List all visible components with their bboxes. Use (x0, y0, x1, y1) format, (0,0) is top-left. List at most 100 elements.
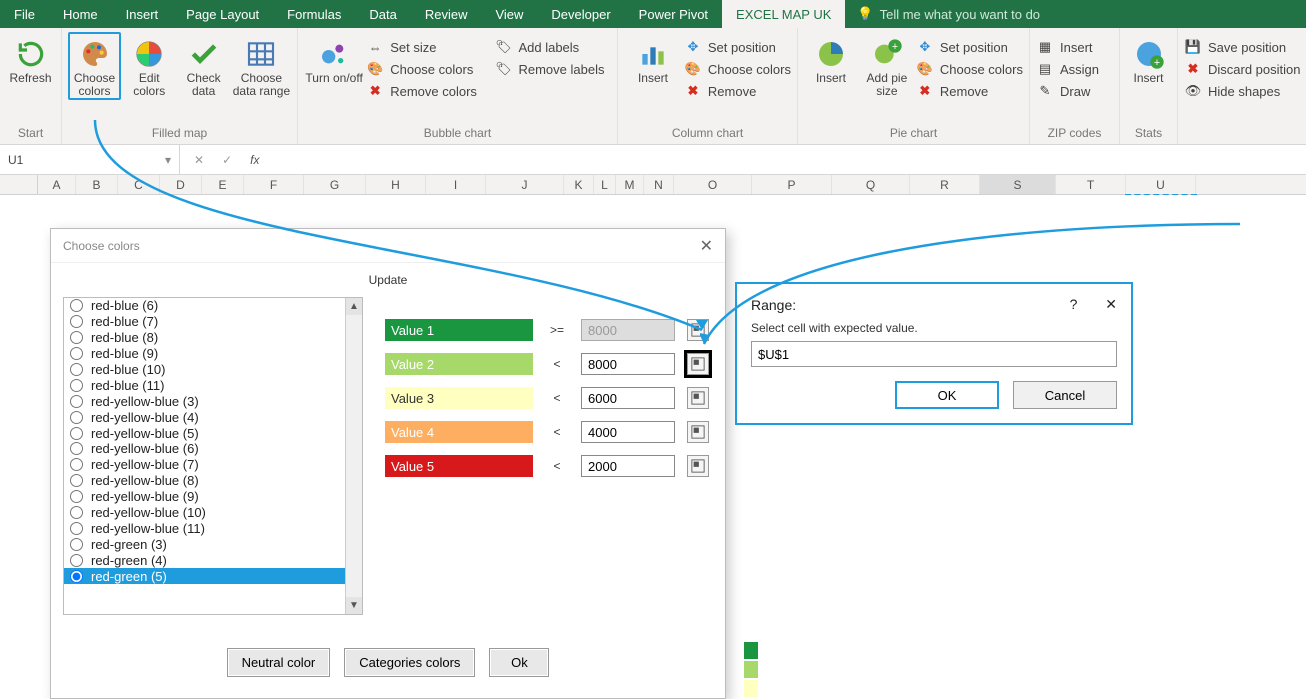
pie-add-size-button[interactable]: + Add pie size (860, 32, 914, 100)
tab-insert[interactable]: Insert (112, 0, 173, 28)
cancel-formula-icon[interactable]: ✕ (194, 153, 204, 167)
tab-pagelayout[interactable]: Page Layout (172, 0, 273, 28)
column-header[interactable]: K (564, 175, 594, 194)
zip-insert[interactable]: ▦Insert (1036, 38, 1113, 56)
scheme-option[interactable]: red-blue (9) (64, 346, 362, 362)
save-position[interactable]: 💾Save position (1184, 38, 1301, 56)
tab-view[interactable]: View (481, 0, 537, 28)
cell-picker-button[interactable] (687, 353, 709, 375)
scrollbar[interactable]: ▲ ▼ (345, 298, 362, 614)
column-header[interactable]: C (118, 175, 160, 194)
ok-button[interactable]: Ok (489, 648, 549, 677)
column-header[interactable]: Q (832, 175, 910, 194)
column-header[interactable]: E (202, 175, 244, 194)
column-header[interactable]: G (304, 175, 366, 194)
cell-picker-button[interactable] (687, 455, 709, 477)
scheme-option[interactable]: red-blue (11) (64, 377, 362, 393)
tab-formulas[interactable]: Formulas (273, 0, 355, 28)
tab-home[interactable]: Home (49, 0, 112, 28)
scheme-option[interactable]: red-yellow-blue (11) (64, 520, 362, 536)
scheme-option[interactable]: red-yellow-blue (7) (64, 457, 362, 473)
bubble-set-size[interactable]: ⇔Set size (366, 38, 492, 56)
scroll-down-icon[interactable]: ▼ (346, 597, 362, 614)
column-remove[interactable]: ✖Remove (684, 82, 791, 100)
column-header[interactable]: N (644, 175, 674, 194)
scheme-option[interactable]: red-yellow-blue (8) (64, 473, 362, 489)
scheme-option[interactable]: red-green (4) (64, 552, 362, 568)
edit-colors-button[interactable]: Edit colors (123, 32, 175, 100)
cell-picker-button[interactable] (687, 319, 709, 341)
bubble-add-labels[interactable]: 🏷Add labels (494, 38, 611, 56)
pie-set-position[interactable]: ✥Set position (916, 38, 1023, 56)
column-header[interactable]: U (1126, 175, 1196, 194)
tab-data[interactable]: Data (355, 0, 410, 28)
value-input[interactable] (581, 353, 675, 375)
range-ok-button[interactable]: OK (895, 381, 999, 409)
column-header[interactable]: J (486, 175, 564, 194)
scheme-option[interactable]: red-yellow-blue (6) (64, 441, 362, 457)
pie-insert-button[interactable]: Insert (804, 32, 858, 100)
column-insert-button[interactable]: Insert (624, 32, 682, 100)
zip-draw[interactable]: ✎Draw (1036, 82, 1113, 100)
value-input[interactable] (581, 455, 675, 477)
column-header[interactable]: B (76, 175, 118, 194)
column-header[interactable]: O (674, 175, 752, 194)
column-header[interactable]: T (1056, 175, 1126, 194)
column-header[interactable]: I (426, 175, 486, 194)
pie-remove[interactable]: ✖Remove (916, 82, 1023, 100)
column-header[interactable]: S (980, 175, 1056, 194)
scheme-option[interactable]: red-yellow-blue (3) (64, 393, 362, 409)
range-cancel-button[interactable]: Cancel (1013, 381, 1117, 409)
help-icon[interactable]: ? (1070, 296, 1078, 312)
neutral-color-button[interactable]: Neutral color (227, 648, 331, 677)
color-scheme-list[interactable]: ▲ ▼ red-blue (6)red-blue (7)red-blue (8)… (63, 297, 363, 615)
tab-excelmapuk[interactable]: EXCEL MAP UK (722, 0, 845, 28)
fx-icon[interactable]: fx (250, 153, 259, 167)
bubble-remove-labels[interactable]: 🏷Remove labels (494, 60, 611, 78)
refresh-button[interactable]: Refresh (6, 32, 55, 85)
scroll-up-icon[interactable]: ▲ (346, 298, 362, 315)
close-icon[interactable]: ✕ (700, 236, 713, 256)
column-set-position[interactable]: ✥Set position (684, 38, 791, 56)
scheme-option[interactable]: red-yellow-blue (9) (64, 489, 362, 505)
cell-picker-button[interactable] (687, 387, 709, 409)
value-input[interactable] (581, 387, 675, 409)
categories-colors-button[interactable]: Categories colors (344, 648, 475, 677)
scheme-option[interactable]: red-green (5) (64, 568, 362, 584)
range-input[interactable] (751, 341, 1117, 367)
scheme-option[interactable]: red-blue (8) (64, 330, 362, 346)
check-data-button[interactable]: Check data (177, 32, 229, 100)
zip-assign[interactable]: ▤Assign (1036, 60, 1113, 78)
scheme-option[interactable]: red-blue (10) (64, 362, 362, 378)
column-header[interactable]: H (366, 175, 426, 194)
worksheet[interactable]: ABCDEFGHIJKLMNOPQRSTU 123456789101112131… (0, 175, 1306, 195)
column-header[interactable]: A (38, 175, 76, 194)
bubble-remove-colors[interactable]: ✖Remove colors (366, 82, 492, 100)
bubble-toggle-button[interactable]: Turn on/off (304, 32, 364, 100)
scheme-option[interactable]: red-yellow-blue (5) (64, 425, 362, 441)
bubble-choose-colors[interactable]: 🎨Choose colors (366, 60, 492, 78)
tab-file[interactable]: File (0, 0, 49, 28)
choose-data-range-button[interactable]: Choose data range (232, 32, 291, 100)
column-choose-colors[interactable]: 🎨Choose colors (684, 60, 791, 78)
tab-developer[interactable]: Developer (537, 0, 624, 28)
column-header[interactable]: P (752, 175, 832, 194)
scheme-option[interactable]: red-yellow-blue (4) (64, 409, 362, 425)
accept-formula-icon[interactable]: ✓ (222, 153, 232, 167)
tab-review[interactable]: Review (411, 0, 482, 28)
column-header[interactable]: F (244, 175, 304, 194)
cell-picker-button[interactable] (687, 421, 709, 443)
name-box[interactable]: U1 ▾ (0, 145, 180, 174)
discard-position[interactable]: ✖Discard position (1184, 60, 1301, 78)
stats-insert-button[interactable]: + Insert (1126, 32, 1171, 85)
close-icon[interactable]: ✕ (1105, 296, 1117, 312)
scheme-option[interactable]: red-green (3) (64, 536, 362, 552)
scheme-option[interactable]: red-blue (7) (64, 314, 362, 330)
scheme-option[interactable]: red-yellow-blue (10) (64, 505, 362, 521)
scheme-option[interactable]: red-blue (6) (64, 298, 362, 314)
pie-choose-colors[interactable]: 🎨Choose colors (916, 60, 1023, 78)
column-header[interactable]: M (616, 175, 644, 194)
column-header[interactable]: L (594, 175, 616, 194)
column-header[interactable]: R (910, 175, 980, 194)
tell-me[interactable]: 💡 Tell me what you want to do (845, 0, 1052, 28)
